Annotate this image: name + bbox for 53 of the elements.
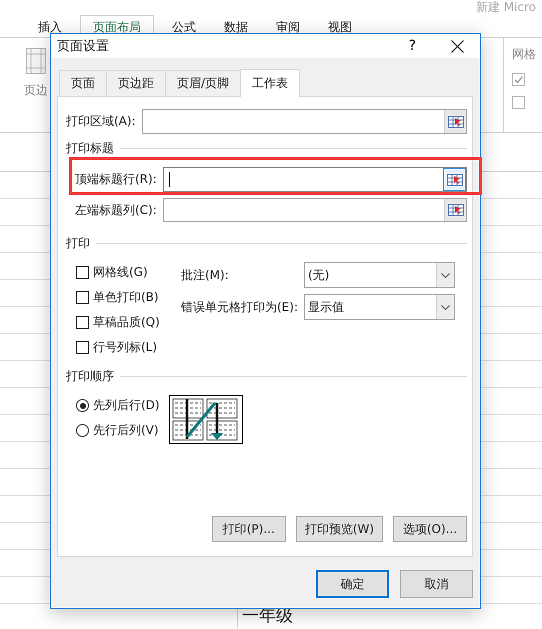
checkbox-option[interactable]: 草稿品质(Q) — [76, 310, 181, 335]
ribbon-tab[interactable]: 视图 — [318, 15, 362, 37]
checkbox[interactable] — [76, 291, 89, 304]
ribbon-tab[interactable]: 公式 — [162, 15, 206, 37]
field-label: 左端标题列(C): — [75, 202, 158, 218]
dialog-tab[interactable]: 页面 — [59, 70, 107, 96]
ribbon-checkbox[interactable] — [512, 96, 525, 109]
grid-arrow-icon — [448, 204, 464, 216]
radio-option[interactable]: 先列后行(D) — [76, 393, 169, 418]
chevron-down-icon — [441, 272, 450, 278]
help-button[interactable]: ? — [408, 38, 416, 54]
field-label: 批注(M): — [181, 266, 230, 284]
group-label: 网格 — [512, 46, 537, 63]
ribbon-tab[interactable]: 数据 — [214, 15, 258, 37]
field-label: 顶端标题行(R): — [75, 171, 158, 188]
dropdown[interactable]: 显示值 — [304, 294, 455, 320]
section-heading: 打印顺序 — [66, 368, 114, 384]
checkbox-option[interactable]: 行号列标(L) — [76, 335, 181, 360]
checkbox[interactable] — [76, 316, 89, 329]
close-icon[interactable] — [451, 40, 464, 52]
radio-button[interactable] — [76, 424, 89, 437]
range-field[interactable] — [142, 109, 467, 134]
window-title: 页面设置 — [57, 38, 110, 55]
dialog-button[interactable]: 打印(P)... — [212, 516, 286, 542]
checkbox-option[interactable]: 网格线(G) — [76, 260, 181, 285]
radio-button[interactable] — [76, 399, 89, 412]
field-label: 打印区域(A): — [66, 113, 137, 130]
range-picker-button[interactable] — [443, 168, 466, 191]
grid-arrow-icon — [446, 174, 462, 186]
radio-option[interactable]: 先行后列(V) — [76, 418, 169, 443]
range-field[interactable] — [163, 198, 467, 222]
dropdown[interactable]: (无) — [304, 262, 455, 288]
range-field[interactable] — [163, 167, 467, 192]
dialog-button[interactable]: 确定 — [316, 570, 389, 598]
app-title: 新建 Micro — [476, 0, 536, 14]
field-label: 错误单元格打印为(E): — [181, 298, 299, 316]
checkbox[interactable] — [76, 341, 89, 354]
grid-arrow-icon — [448, 116, 464, 128]
checkbox-option[interactable]: 单色打印(B) — [76, 285, 181, 310]
range-picker-button[interactable] — [444, 199, 466, 221]
chevron-down-icon — [441, 304, 450, 310]
section-heading: 打印标题 — [66, 140, 114, 156]
dialog-tab[interactable]: 工作表 — [240, 69, 300, 97]
ribbon-tab[interactable]: 审阅 — [266, 15, 310, 37]
ribbon-tab[interactable]: 插入 — [28, 15, 72, 37]
range-picker-button[interactable] — [444, 110, 466, 133]
dialog-button[interactable]: 取消 — [400, 570, 473, 598]
margins-label[interactable]: 页边 — [24, 82, 48, 99]
checkbox[interactable] — [76, 266, 89, 279]
dialog-button[interactable]: 选项(O)... — [393, 516, 467, 542]
section-heading: 打印 — [66, 234, 90, 252]
ribbon-checkbox[interactable] — [512, 73, 525, 86]
dialog-button[interactable]: 打印预览(W) — [296, 516, 383, 542]
